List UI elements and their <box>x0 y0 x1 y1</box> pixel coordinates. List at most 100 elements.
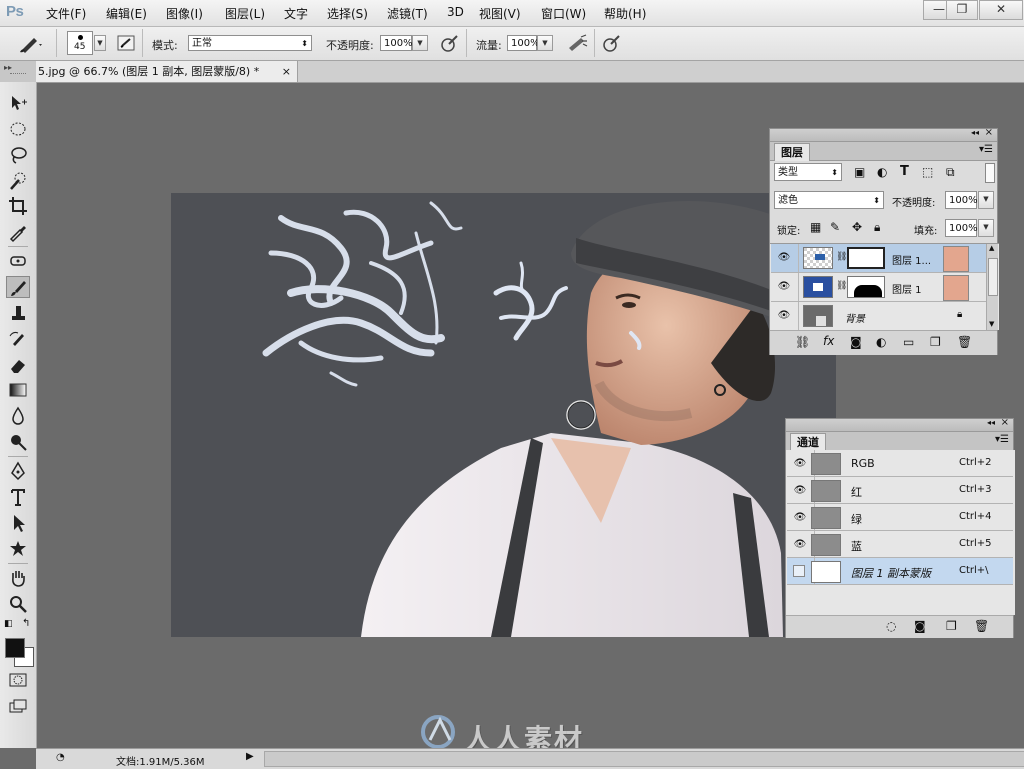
screen-mode-button[interactable] <box>6 696 30 718</box>
new-layer-icon[interactable]: ❐ <box>930 335 941 349</box>
status-menu-arrow-icon[interactable]: ▶ <box>246 751 254 762</box>
menu-type[interactable]: 文字 <box>284 5 308 22</box>
brush-tool[interactable] <box>6 276 30 298</box>
mask-link-icon[interactable]: ⛓ <box>836 252 847 262</box>
hand-tool[interactable] <box>6 567 30 589</box>
filter-adjustment-icon[interactable]: ◐ <box>877 165 887 179</box>
menu-select[interactable]: 选择(S) <box>327 5 368 22</box>
layer-row-layer1[interactable]: 👁︎ ⛓ 图层 1 <box>771 273 997 302</box>
menu-view[interactable]: 视图(V) <box>479 5 521 22</box>
lock-pixels-icon[interactable]: ✎ <box>830 220 840 234</box>
history-brush-tool[interactable] <box>6 328 30 350</box>
clone-stamp-tool[interactable] <box>6 302 30 324</box>
mode-select[interactable]: 正常 ⬍ <box>188 35 312 51</box>
save-selection-icon[interactable]: ◙ <box>914 619 926 633</box>
flow-dropdown[interactable]: ▼ <box>537 35 553 51</box>
load-selection-icon[interactable]: ◌ <box>886 619 896 633</box>
default-colors-icon[interactable]: ◧ <box>4 619 13 629</box>
channel-row-rgb[interactable]: 👁︎ RGB Ctrl+2 <box>787 450 1013 477</box>
close-tab-button[interactable]: × <box>282 61 291 82</box>
menu-file[interactable]: 文件(F) <box>46 5 86 22</box>
panel-menu-icon[interactable]: ▾☰ <box>979 144 993 155</box>
visibility-eye-icon[interactable]: 👁︎ <box>776 310 792 322</box>
horizontal-scrollbar[interactable] <box>264 751 1024 767</box>
collapse-panel-icon[interactable]: ◂◂ <box>971 128 979 137</box>
collapse-panel-icon[interactable]: ◂◂ <box>987 418 995 427</box>
document-canvas[interactable] <box>171 193 836 637</box>
delete-channel-icon[interactable]: 🗑︎ <box>974 619 989 633</box>
close-panel-icon[interactable]: × <box>985 127 993 138</box>
brush-size-picker[interactable]: 45 <box>67 31 93 55</box>
menu-3d[interactable]: 3D <box>447 5 464 19</box>
mask-link-icon[interactable]: ⛓ <box>836 281 847 291</box>
scroll-down-icon[interactable]: ▼ <box>989 320 994 328</box>
lock-position-icon[interactable]: ✥ <box>852 220 862 234</box>
filter-pixel-icon[interactable]: ▣ <box>854 165 865 179</box>
document-tab[interactable]: 5.jpg @ 66.7% (图层 1 副本, 图层蒙版/8) * × <box>36 61 298 82</box>
menu-window[interactable]: 窗口(W) <box>541 5 586 22</box>
opacity-dropdown[interactable]: ▼ <box>412 35 428 51</box>
layer-style-icon[interactable]: fx <box>823 334 834 348</box>
collapse-icon[interactable]: ▸▸ <box>4 63 12 72</box>
grip-icon[interactable] <box>10 73 26 76</box>
add-mask-icon[interactable]: ◙ <box>850 335 862 349</box>
flow-input[interactable]: 100% <box>507 35 540 51</box>
visibility-eye-icon[interactable]: 👁︎ <box>792 458 808 470</box>
layer-mask-thumbnail[interactable] <box>847 276 885 298</box>
opacity-input[interactable]: 100% <box>380 35 413 51</box>
channel-row-red[interactable]: 👁︎ 红 Ctrl+3 <box>787 477 1013 504</box>
adjustment-layer-icon[interactable]: ◐ <box>876 335 886 349</box>
zoom-tool[interactable] <box>6 593 30 615</box>
fill-dropdown[interactable]: ▼ <box>978 219 994 237</box>
gradient-tool[interactable] <box>6 379 30 401</box>
new-group-icon[interactable]: ▭ <box>903 335 914 349</box>
visibility-eye-icon[interactable]: 👁︎ <box>792 512 808 524</box>
foreground-color-swatch[interactable] <box>5 638 25 658</box>
scroll-thumb[interactable] <box>988 258 998 296</box>
filter-shape-icon[interactable]: ⬚ <box>922 165 933 179</box>
type-tool[interactable] <box>6 486 30 508</box>
pen-tool[interactable] <box>6 460 30 482</box>
filter-type-icon[interactable]: T <box>900 164 909 179</box>
visibility-eye-icon[interactable]: 👁︎ <box>776 252 792 264</box>
blur-tool[interactable] <box>6 405 30 427</box>
channel-row-blue[interactable]: 👁︎ 蓝 Ctrl+5 <box>787 531 1013 558</box>
eraser-tool[interactable] <box>6 354 30 376</box>
filter-toggle[interactable] <box>985 163 995 183</box>
airbrush-icon[interactable] <box>566 33 588 53</box>
tab-layers[interactable]: 图层 <box>774 143 810 161</box>
custom-shape-tool[interactable] <box>6 538 30 560</box>
marquee-tool[interactable] <box>6 118 30 140</box>
blend-mode-select[interactable]: 滤色 ⬍ <box>774 191 884 209</box>
delete-layer-icon[interactable]: 🗑︎ <box>957 335 972 349</box>
visibility-toggle-empty[interactable] <box>793 565 805 577</box>
brush-tool-preset-icon[interactable] <box>18 34 44 54</box>
eyedropper-tool[interactable] <box>6 221 30 243</box>
layer-mask-thumbnail[interactable] <box>847 247 885 269</box>
layer-list-scrollbar[interactable]: ▲ ▼ <box>986 244 998 330</box>
brush-panel-toggle-icon[interactable] <box>116 33 136 53</box>
swap-colors-icon[interactable]: ↰ <box>22 618 30 629</box>
pressure-opacity-icon[interactable] <box>440 33 460 53</box>
layer-opacity-dropdown[interactable]: ▼ <box>978 191 994 209</box>
path-selection-tool[interactable] <box>6 512 30 534</box>
channel-row-green[interactable]: 👁︎ 绿 Ctrl+4 <box>787 504 1013 531</box>
brush-size-dropdown[interactable]: ▼ <box>94 35 106 51</box>
layer-row-layer1-copy[interactable]: 👁︎ ⛓ 图层 1... <box>771 244 997 273</box>
new-channel-icon[interactable]: ❐ <box>946 619 957 633</box>
lock-all-icon[interactable]: 🔒︎ <box>874 220 880 235</box>
restore-button[interactable]: ❐ <box>946 0 978 20</box>
filter-smart-object-icon[interactable]: ⧉ <box>946 165 955 180</box>
menu-layer[interactable]: 图层(L) <box>225 5 265 22</box>
pressure-size-icon[interactable] <box>602 33 622 53</box>
menu-image[interactable]: 图像(I) <box>166 5 203 22</box>
close-panel-icon[interactable]: × <box>1001 417 1009 428</box>
crop-tool[interactable] <box>6 195 30 217</box>
channel-row-layer-mask[interactable]: 图层 1 副本蒙版 Ctrl+\ <box>787 558 1013 585</box>
scroll-up-icon[interactable]: ▲ <box>989 244 994 252</box>
tab-channels[interactable]: 通道 <box>790 433 826 451</box>
lasso-tool[interactable] <box>6 144 30 166</box>
fill-input[interactable]: 100% <box>945 219 978 237</box>
visibility-eye-icon[interactable]: 👁︎ <box>776 281 792 293</box>
visibility-eye-icon[interactable]: 👁︎ <box>792 539 808 551</box>
